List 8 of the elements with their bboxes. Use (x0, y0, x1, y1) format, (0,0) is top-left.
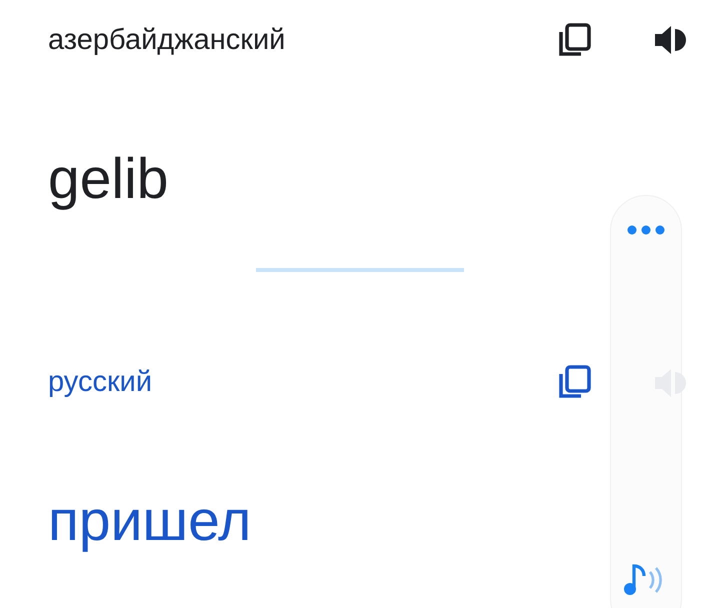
target-text: пришел (48, 488, 252, 554)
source-text: gelib (48, 146, 170, 212)
more-icon[interactable] (626, 224, 666, 236)
music-note-icon[interactable] (623, 562, 665, 596)
target-language: русский (48, 366, 152, 398)
source-language: азербайджанский (48, 24, 286, 56)
copy-icon[interactable] (557, 364, 593, 400)
copy-icon[interactable] (557, 22, 593, 58)
